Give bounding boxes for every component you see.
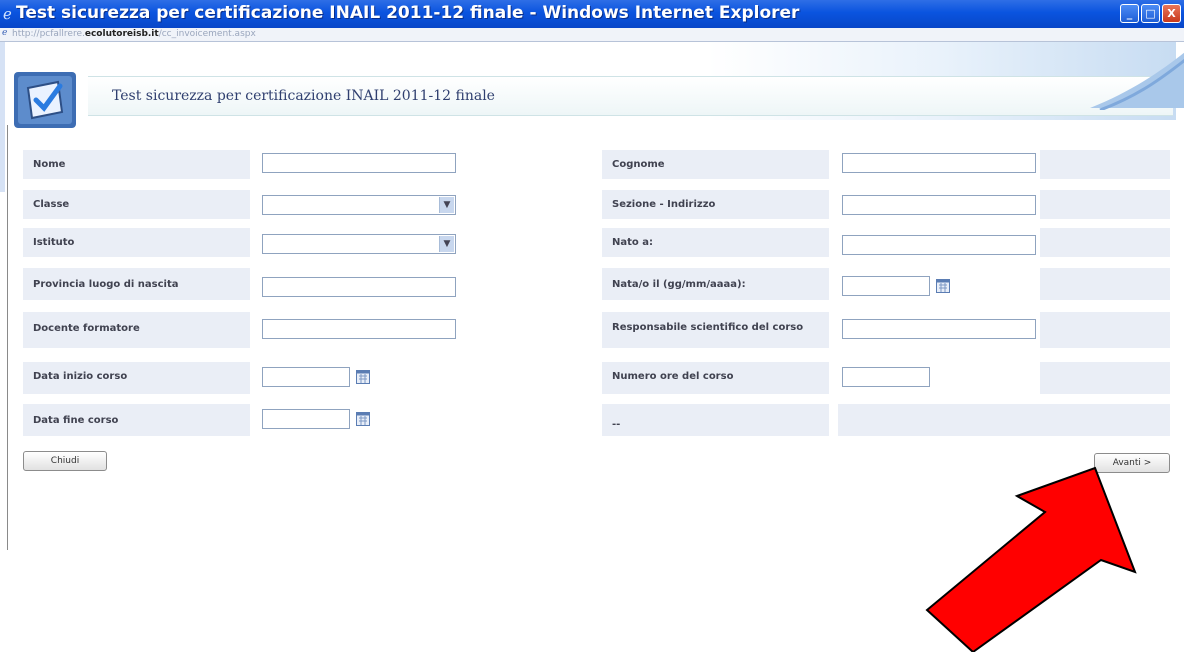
- label-dash: --: [612, 419, 621, 430]
- close-button[interactable]: X: [1162, 4, 1181, 23]
- red-arrow-annotation: [925, 466, 1137, 652]
- label-data-inizio: Data inizio corso: [33, 371, 128, 382]
- nato-a-input[interactable]: [842, 235, 1036, 255]
- window-title: Test sicurezza per certificazione INAIL …: [16, 3, 800, 23]
- chevron-down-icon[interactable]: ▼: [439, 197, 454, 213]
- maximize-button[interactable]: □: [1141, 4, 1160, 23]
- label-docente: Docente formatore: [33, 323, 140, 334]
- page-title: Test sicurezza per certificazione INAIL …: [112, 88, 495, 104]
- calendar-icon[interactable]: [936, 279, 950, 293]
- docente-input[interactable]: [262, 319, 456, 339]
- numero-ore-input[interactable]: [842, 367, 930, 387]
- label-sezione: Sezione - Indirizzo: [612, 199, 716, 210]
- row4-right-cell: [1040, 268, 1170, 300]
- data-fine-input[interactable]: [262, 409, 350, 429]
- label-responsabile: Responsabile scientifico del corso: [612, 322, 804, 333]
- row-empty-label-cell: [602, 404, 829, 436]
- label-provincia: Provincia luogo di nascita: [33, 279, 179, 290]
- ie-icon: ℯ: [3, 5, 12, 23]
- label-nato-il: Nata/o il (gg/mm/aaaa):: [612, 279, 746, 290]
- address-bar[interactable]: ℯ http://pcfallrere.ecolutoreisb.it/cc_i…: [0, 28, 1184, 42]
- label-istituto: Istituto: [33, 237, 75, 248]
- minimize-button[interactable]: _: [1120, 4, 1139, 23]
- chiudi-button[interactable]: Chiudi: [23, 451, 107, 471]
- row7-right-cell: [838, 404, 1170, 436]
- data-inizio-input[interactable]: [262, 367, 350, 387]
- chevron-down-icon[interactable]: ▼: [439, 236, 454, 252]
- row3-right-cell: [1040, 228, 1170, 257]
- provincia-input[interactable]: [262, 277, 456, 297]
- label-classe: Classe: [33, 199, 70, 210]
- label-cognome: Cognome: [612, 159, 665, 170]
- nato-il-date-input[interactable]: [842, 276, 930, 296]
- address-url: http://pcfallrere.ecolutoreisb.it/cc_inv…: [12, 29, 256, 39]
- cognome-input[interactable]: [842, 153, 1036, 173]
- label-data-fine: Data fine corso: [33, 415, 119, 426]
- content-left-border: [7, 125, 8, 550]
- row2-right-cell: [1040, 190, 1170, 219]
- calendar-icon[interactable]: [356, 412, 370, 426]
- nome-input[interactable]: [262, 153, 456, 173]
- row1-right-cell: [1040, 150, 1170, 179]
- classe-select[interactable]: ▼: [262, 195, 456, 215]
- header-swoosh-decoration: [1090, 52, 1184, 110]
- istituto-select[interactable]: ▼: [262, 234, 456, 254]
- label-nome: Nome: [33, 159, 66, 170]
- calendar-icon[interactable]: [356, 370, 370, 384]
- sezione-input[interactable]: [842, 195, 1036, 215]
- row5-right-cell: [1040, 312, 1170, 348]
- page-icon: ℯ: [2, 28, 8, 38]
- label-nato-a: Nato a:: [612, 237, 653, 248]
- row6-right-cell: [1040, 362, 1170, 394]
- responsabile-input[interactable]: [842, 319, 1036, 339]
- window-title-bar: ℯ Test sicurezza per certificazione INAI…: [0, 0, 1184, 28]
- label-numero-ore: Numero ore del corso: [612, 371, 734, 382]
- quiz-logo-icon: [14, 72, 76, 128]
